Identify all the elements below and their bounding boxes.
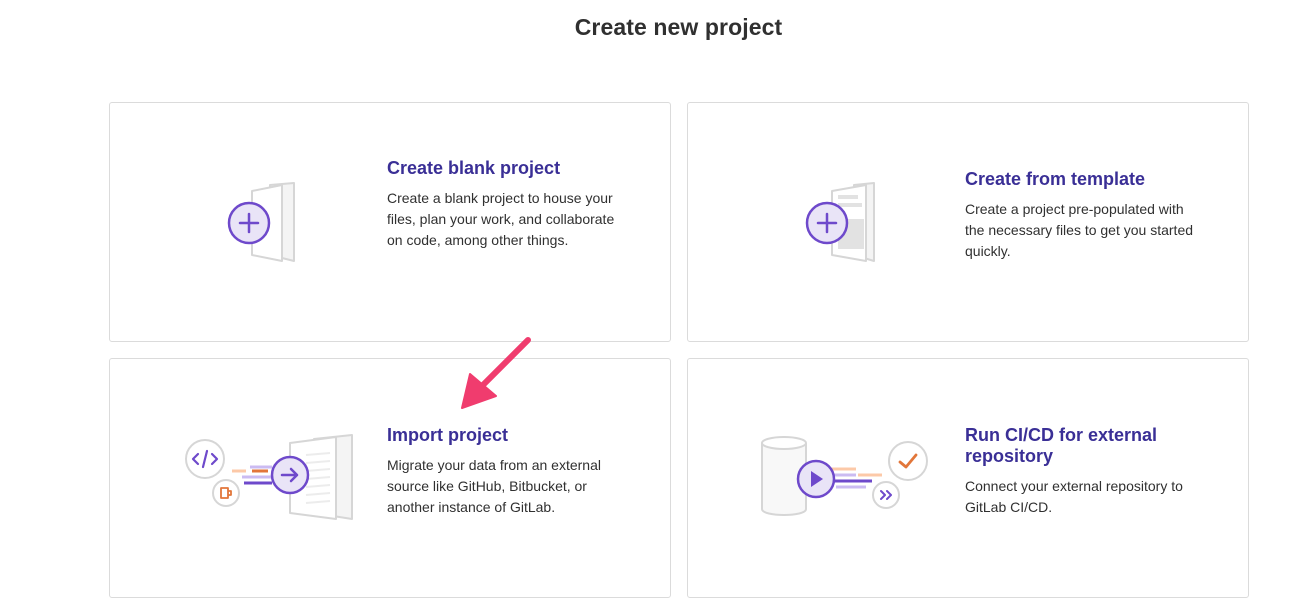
cicd-project-illustration-icon: [761, 436, 928, 516]
card-description: Create a blank project to house your fil…: [387, 190, 615, 248]
page-title: Create new project: [574, 14, 783, 40]
card-description: Connect your external repository to GitL…: [965, 478, 1183, 515]
template-project-illustration-icon: [805, 182, 875, 262]
annotation-arrow-icon: [461, 337, 531, 409]
card-title: Run CI/CD for external repository: [965, 425, 1158, 466]
blank-project-illustration-icon: [227, 182, 295, 262]
import-project-card[interactable]: Import project Migrate your data from an…: [109, 358, 671, 598]
card-description: Create a project pre-populated with the …: [965, 201, 1194, 259]
create-from-template-card[interactable]: Create from template Create a project pr…: [687, 102, 1249, 342]
card-title: Import project: [387, 425, 509, 445]
card-title: Create blank project: [387, 158, 561, 178]
run-cicd-external-repository-card[interactable]: Run CI/CD for external repository Connec…: [687, 358, 1249, 598]
card-description: Migrate your data from an external sourc…: [387, 457, 601, 515]
create-blank-project-card[interactable]: Create blank project Create a blank proj…: [109, 102, 671, 342]
card-title: Create from template: [965, 169, 1146, 189]
import-project-illustration-icon: [185, 434, 353, 520]
